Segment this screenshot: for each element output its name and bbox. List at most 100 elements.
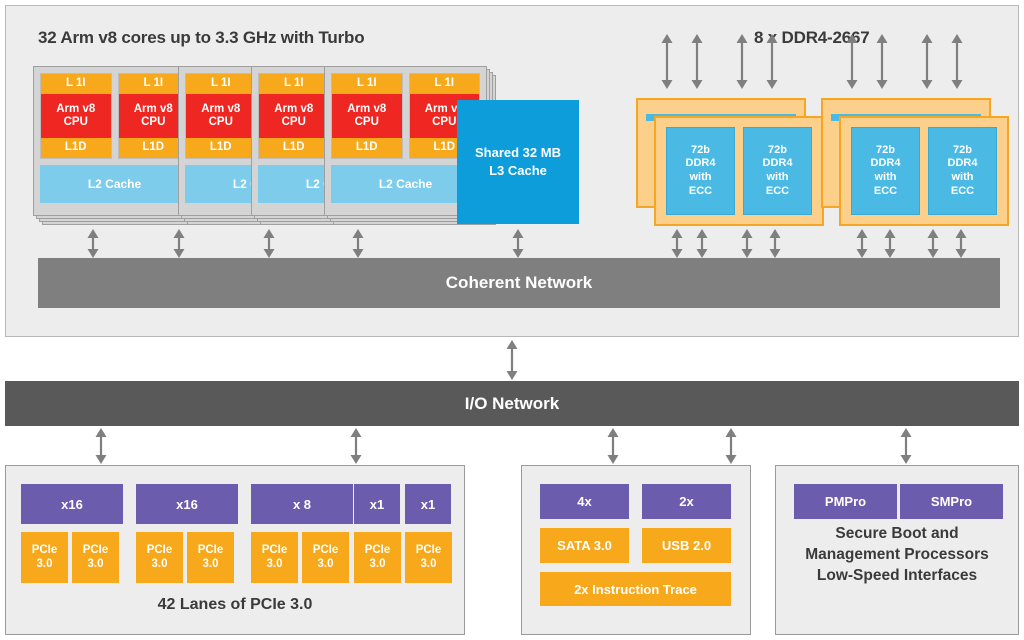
io-network-label: I/O Network	[464, 393, 560, 413]
pmpro-processor[interactable]: PMPro	[794, 484, 897, 519]
pmpro-label: PMPro	[824, 494, 867, 509]
ddr4-group[interactable]: 72b DDR4 with ECC 72b DDR4 with ECC	[636, 98, 826, 228]
ddr4-top-arrow	[690, 34, 704, 89]
cpu-core[interactable]: L 1I Arm v8 CPU L1D	[331, 73, 403, 159]
pcie-lane-width[interactable]: x1	[405, 484, 451, 524]
io-network-bar[interactable]: I/O Network	[5, 381, 1019, 426]
usb-interface[interactable]: USB 2.0	[642, 528, 731, 563]
pcie-controller[interactable]: PCIe 3.0	[251, 532, 298, 583]
lane-width-label: x1	[369, 496, 385, 512]
l1d-cache: L1D	[259, 138, 329, 158]
cpu-label-line1: Arm v8	[133, 102, 173, 115]
io-count-badge[interactable]: 4x	[540, 484, 629, 519]
sata-interface[interactable]: SATA 3.0	[540, 528, 629, 563]
cpu-label-line2: CPU	[354, 116, 379, 128]
lane-width-label: x16	[61, 496, 83, 512]
sata-label: SATA 3.0	[557, 538, 612, 553]
ddr4-chip[interactable]: 72b DDR4 with ECC	[928, 127, 997, 215]
core-row: L 1I Arm v8 CPU L1D L 1I Arm v8 CPU L1D	[40, 73, 189, 159]
ddr-chip-line2: DDR4	[947, 157, 978, 170]
pcie-line2: 3.0	[369, 557, 386, 570]
cluster-to-network-arrow	[172, 229, 186, 258]
ddr4-top-arrow	[765, 34, 779, 89]
lane-width-label: x 8	[292, 496, 312, 512]
pcie-lane-width[interactable]: x1	[354, 484, 400, 524]
ddr4-to-network-arrow	[855, 229, 869, 258]
cpu-label-line1: Arm v8	[274, 102, 314, 115]
pcie-controller[interactable]: PCIe 3.0	[405, 532, 452, 583]
io-count-badge[interactable]: 2x	[642, 484, 731, 519]
pcie-controller[interactable]: PCIe 3.0	[136, 532, 183, 583]
ddr4-chip[interactable]: 72b DDR4 with ECC	[666, 127, 735, 215]
ddr4-top-arrow	[920, 34, 934, 89]
pcie-line1: PCIe	[31, 543, 58, 556]
l2-cache: L2 Cache	[40, 165, 189, 203]
pcie-controller[interactable]: PCIe 3.0	[187, 532, 234, 583]
io-to-panel-arrow	[349, 428, 363, 464]
pcie-controller[interactable]: PCIe 3.0	[354, 532, 401, 583]
arm-v8-cpu[interactable]: Arm v8 CPU	[41, 94, 111, 138]
cpu-label-line1: Arm v8	[56, 102, 96, 115]
pcie-controller[interactable]: PCIe 3.0	[21, 532, 68, 583]
cores-section-title: 32 Arm v8 cores up to 3.3 GHz with Turbo	[38, 28, 365, 47]
pcie-lane-width[interactable]: x16	[136, 484, 238, 524]
cpu-core[interactable]: L 1I Arm v8 CPU L1D	[40, 73, 112, 159]
pcie-lane-width[interactable]: x16	[21, 484, 123, 524]
pcie-line1: PCIe	[261, 543, 288, 556]
instruction-trace[interactable]: 2x Instruction Trace	[540, 572, 731, 606]
arm-v8-cpu[interactable]: Arm v8 CPU	[259, 94, 329, 138]
cpu-label-line2: CPU	[141, 116, 166, 128]
io-interfaces-panel: 4x 2x SATA 3.0 USB 2.0 2x Instruction Tr…	[521, 465, 751, 635]
ddr4-group[interactable]: 72b DDR4 with ECC 72b DDR4 with ECC	[821, 98, 1011, 228]
l1i-cache: L 1I	[409, 74, 479, 94]
pcie-lane-width[interactable]: x 8	[251, 484, 353, 524]
cpu-core[interactable]: L 1I Arm v8 CPU L1D	[185, 73, 257, 159]
smpro-processor[interactable]: SMPro	[900, 484, 1003, 519]
cpu-label-line2: CPU	[208, 116, 233, 128]
usb-label: USB 2.0	[661, 538, 712, 553]
pcie-line2: 3.0	[317, 557, 334, 570]
ddr4-top-arrow	[845, 34, 859, 89]
ddr4-to-network-arrow	[670, 229, 684, 258]
pcie-controller[interactable]: PCIe 3.0	[72, 532, 119, 583]
cpu-label-line2: CPU	[432, 116, 457, 128]
ddr4-chip[interactable]: 72b DDR4 with ECC	[743, 127, 812, 215]
cpu-core[interactable]: L 1I Arm v8 CPU L1D	[258, 73, 330, 159]
ddr4-to-network-arrow	[926, 229, 940, 258]
l1i-cache: L 1I	[186, 74, 256, 94]
pcie-line1: PCIe	[364, 543, 391, 556]
pcie-line2: 3.0	[151, 557, 168, 570]
ddr-chip-line2: DDR4	[870, 157, 901, 170]
smpro-label: SMPro	[930, 494, 973, 509]
ddr4-card-front[interactable]: 72b DDR4 with ECC 72b DDR4 with ECC	[654, 116, 824, 226]
pcie-line1: PCIe	[312, 543, 339, 556]
ddr4-card-front[interactable]: 72b DDR4 with ECC 72b DDR4 with ECC	[839, 116, 1009, 226]
l1i-cache: L 1I	[41, 74, 111, 94]
l1d-cache: L1D	[186, 138, 256, 158]
cluster-to-network-arrow	[351, 229, 365, 258]
l1d-cache: L1D	[41, 138, 111, 158]
coherent-network-bar[interactable]: Coherent Network	[38, 258, 1000, 308]
cpu-cluster[interactable]: L 1I Arm v8 CPU L1D L 1I Arm v8 CPU L1D	[33, 66, 196, 216]
cpu-label-line2: CPU	[281, 116, 306, 128]
io-count-label: 2x	[679, 494, 694, 509]
management-panel-caption: Secure Boot and Management Processors Lo…	[776, 524, 1018, 587]
ddr4-chip[interactable]: 72b DDR4 with ECC	[851, 127, 920, 215]
ddr4-to-network-arrow	[883, 229, 897, 258]
arm-v8-cpu[interactable]: Arm v8 CPU	[186, 94, 256, 138]
mgmt-caption-line1: Secure Boot and	[835, 525, 959, 542]
mgmt-caption-line2: Management Processors	[805, 545, 989, 563]
ddr-chip-line2: DDR4	[685, 157, 716, 170]
ddr-chip-line3: with	[874, 171, 897, 183]
soc-panel: 32 Arm v8 cores up to 3.3 GHz with Turbo…	[5, 5, 1019, 337]
pcie-controller[interactable]: PCIe 3.0	[302, 532, 349, 583]
arm-v8-cpu[interactable]: Arm v8 CPU	[332, 94, 402, 138]
ddr-chip-line1: 72b	[691, 143, 710, 156]
io-to-panel-arrow	[606, 428, 620, 464]
pcie-line1: PCIe	[415, 543, 442, 556]
ddr4-top-arrow	[875, 34, 889, 89]
io-to-panel-arrow	[899, 428, 913, 464]
cpu-label-line1: Arm v8	[201, 102, 241, 115]
l1i-cache: L 1I	[259, 74, 329, 94]
l3-cache-block[interactable]: Shared 32 MB L3 Cache	[457, 100, 579, 224]
